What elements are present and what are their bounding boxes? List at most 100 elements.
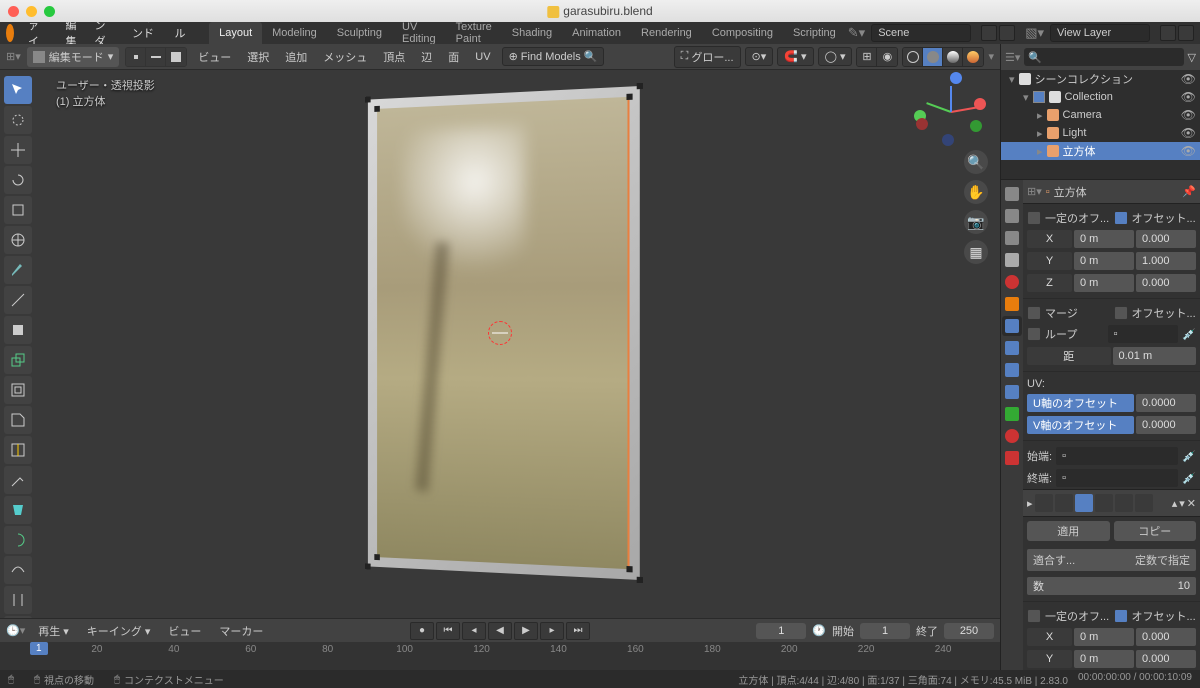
tool-select-box[interactable] [4,76,32,104]
menu-face[interactable]: 面 [443,47,464,67]
constant-offset-check-2[interactable] [1027,609,1041,623]
next-key-icon[interactable]: ▸ [540,622,564,640]
const-y-field[interactable]: 0 m [1074,252,1134,270]
timeline-track[interactable]: 1 20406080100120140160180200220240 [0,642,1000,670]
tool-shrink[interactable] [4,616,32,618]
copy-button[interactable]: コピー [1114,521,1197,541]
tab-output[interactable] [1002,206,1022,226]
camera-nav-icon[interactable]: 📷 [964,210,988,234]
timeline-playback-menu[interactable]: 再生 ▾ [33,621,74,641]
viewlayer-delete-icon[interactable] [1178,25,1194,41]
outliner-row[interactable]: ▸Light👁 [1001,124,1200,142]
tool-edgeslide[interactable] [4,586,32,614]
tool-loopcut[interactable] [4,436,32,464]
axis-neg-z-icon[interactable] [942,134,954,146]
tab-particles[interactable] [1002,338,1022,358]
tool-cursor[interactable] [4,106,32,134]
rel-z-field[interactable]: 0.000 [1136,274,1196,292]
pin-icon[interactable]: 📌 [1182,185,1196,198]
menu-uv[interactable]: UV [470,49,495,65]
relative-offset-check-2[interactable] [1114,609,1128,623]
select-mode-face-icon[interactable] [166,48,186,66]
tab-world[interactable] [1002,272,1022,292]
axis-x-icon[interactable] [974,98,986,110]
start-frame-field[interactable]: 1 [860,623,910,639]
axis-neg-y-icon[interactable] [970,120,982,132]
eyedropper-icon[interactable]: 💉 [1182,450,1196,463]
solid-mode-icon[interactable] [923,48,943,66]
zoom-window-icon[interactable] [44,6,55,17]
tool-polybuild[interactable] [4,496,32,524]
filter-icon[interactable]: ▽ [1188,51,1196,64]
scene-browse-icon[interactable] [981,25,997,41]
mod-cage-toggle-icon[interactable] [1115,494,1133,512]
select-mode-edge-icon[interactable] [146,48,166,66]
jump-start-icon[interactable]: ⏮ [436,622,460,640]
scene-delete-icon[interactable] [999,25,1015,41]
end-frame-field[interactable]: 250 [944,623,994,639]
tool-extrude[interactable] [4,346,32,374]
pivot-dropdown[interactable]: ⊙▾ [745,47,774,66]
mod-render-toggle-icon[interactable] [1055,494,1073,512]
outliner-type-icon[interactable]: ☰▾ [1005,51,1020,64]
cap-start-field[interactable]: ▫ [1056,447,1178,465]
tool-scale[interactable] [4,196,32,224]
tab-viewlayer[interactable] [1002,228,1022,248]
workspace-tab-uvediting[interactable]: UV Editing [392,22,446,44]
axis-z-icon[interactable] [950,72,962,84]
const-y-field-2[interactable]: 0 m [1074,650,1134,668]
relative-offset-check[interactable] [1114,211,1128,225]
merge-check[interactable] [1027,306,1041,320]
const-z-field[interactable]: 0 m [1074,274,1134,292]
ortho-nav-icon[interactable]: ▦ [964,240,988,264]
const-x-field-2[interactable]: 0 m [1074,628,1134,646]
fit-type-dropdown[interactable]: 適合す...定数で指定 [1027,549,1196,571]
menu-mesh[interactable]: メッシュ [318,47,372,67]
xray-toggle-icon[interactable]: ⊞ [857,48,877,66]
viewlayer-browse-icon[interactable] [1160,25,1176,41]
move-up-icon[interactable]: ▴ [1172,497,1178,510]
tab-material[interactable] [1002,426,1022,446]
workspace-tab-modeling[interactable]: Modeling [262,22,327,44]
const-x-field[interactable]: 0 m [1074,230,1134,248]
object-offset-check[interactable] [1114,306,1128,320]
u-offset-field[interactable]: 0.0000 [1136,394,1196,412]
mod-display-toggle-icon[interactable] [1075,494,1093,512]
tab-object[interactable] [1002,294,1022,314]
tool-measure[interactable] [4,286,32,314]
axis-neg-x-icon[interactable] [916,118,928,130]
tool-smooth[interactable] [4,556,32,584]
prev-key-icon[interactable]: ◂ [462,622,486,640]
viewport-3d[interactable]: ユーザー・透視投影 (1) 立方体 🔍 [0,70,1000,618]
minimize-window-icon[interactable] [26,6,37,17]
count-field[interactable]: 数10 [1027,577,1196,595]
loop-check[interactable] [1027,327,1041,341]
menu-vertex[interactable]: 頂点 [378,47,410,67]
outliner-row[interactable]: ▾Collection👁 [1001,88,1200,106]
tab-mesh[interactable] [1002,404,1022,424]
outliner-search[interactable]: 🔍 [1024,48,1183,66]
tab-constraints[interactable] [1002,382,1022,402]
menu-edge[interactable]: 辺 [416,47,437,67]
nav-gizmo[interactable] [920,80,982,142]
apply-button[interactable]: 適用 [1027,521,1110,541]
current-frame-field[interactable]: 1 [756,623,806,639]
play-icon[interactable]: ▶ [514,622,538,640]
outliner-row[interactable]: ▸Camera👁 [1001,106,1200,124]
mode-selector[interactable]: 編集モード ▾ [27,47,120,67]
tab-texture[interactable] [1002,448,1022,468]
delete-modifier-icon[interactable]: ✕ [1187,497,1196,510]
rendered-mode-icon[interactable] [963,48,983,66]
eyedropper-icon[interactable]: 💉 [1182,472,1196,485]
autokey-toggle-icon[interactable]: ● [410,622,434,640]
outliner-row[interactable]: ▾シーンコレクション👁 [1001,70,1200,88]
workspace-tab-scripting[interactable]: Scripting [783,22,846,44]
cap-end-field[interactable]: ▫ [1056,469,1178,487]
v-offset-field[interactable]: 0.0000 [1136,416,1196,434]
tab-scene[interactable] [1002,250,1022,270]
tool-add-cube[interactable] [4,316,32,344]
tool-knife[interactable] [4,466,32,494]
matprev-mode-icon[interactable] [943,48,963,66]
merge-dist-field[interactable]: 0.01 m [1113,347,1197,365]
zoom-nav-icon[interactable]: 🔍 [964,150,988,174]
